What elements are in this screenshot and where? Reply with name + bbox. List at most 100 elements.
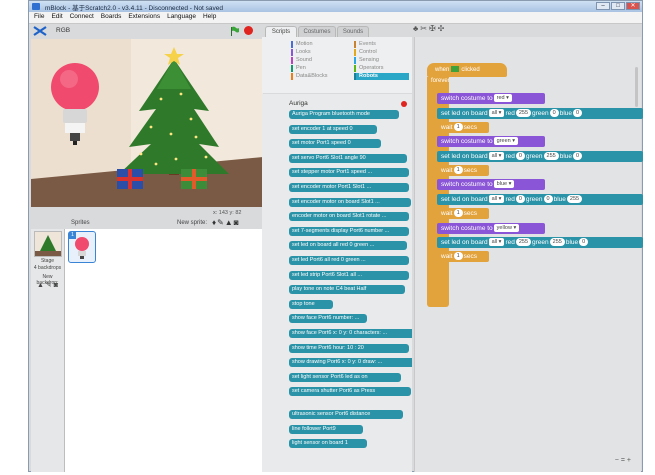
category-robots[interactable]: Robots — [354, 73, 409, 80]
category-data-blocks[interactable]: Data&Blocks — [291, 73, 328, 80]
tab-sounds[interactable]: Sounds — [337, 26, 369, 37]
color-value-field[interactable]: 255 — [549, 238, 565, 247]
block-label: switch costume to — [441, 95, 493, 102]
color-label: green — [532, 239, 549, 246]
switch-costume-block[interactable]: switch costume to green — [437, 136, 545, 147]
palette-block[interactable]: show drawing Port6 x: 0 y: 0 draw: ... — [289, 358, 412, 368]
paint-sprite-icon[interactable]: ✎ — [217, 218, 225, 227]
set-led-block[interactable]: set led on boardallred0green0blue255 — [437, 194, 643, 205]
palette-block[interactable]: encoder motor on board Slot1 rotate ... — [289, 212, 409, 222]
color-value-field[interactable]: 0 — [573, 109, 583, 118]
led-index-dropdown[interactable]: all — [488, 195, 505, 204]
palette-block[interactable]: set encoder motor Port1 Slot1 ... — [289, 183, 409, 192]
palette-block[interactable]: line follower Port9 — [289, 424, 363, 434]
category-pen[interactable]: Pen — [291, 65, 306, 72]
set-led-block[interactable]: set led on boardallred255green255blue0 — [437, 237, 643, 248]
secs-label: secs — [463, 167, 477, 174]
stage-column: Stage 4 backdrops New backdrop: ▲ ✎ ◙ — [31, 229, 65, 472]
upload-sprite-icon[interactable]: ▲ — [225, 218, 234, 227]
led-index-dropdown[interactable]: all — [488, 238, 505, 247]
new-sprite-label: New sprite: — [177, 220, 208, 226]
palette-block[interactable]: set stepper motor Port1 speed ... — [289, 168, 409, 178]
palette-block[interactable]: set encoder motor on board Slot1 ... — [289, 197, 411, 207]
color-value-field[interactable]: 255 — [566, 195, 583, 204]
sprite-edit-tools: ♣✂✠✣ — [413, 24, 473, 36]
wait-seconds-field[interactable]: 1 — [453, 123, 463, 132]
sprite-thumbnail-rgb[interactable]: 1 — [68, 231, 96, 263]
green-flag-icon[interactable] — [230, 26, 240, 36]
new-backdrop-tools[interactable]: ▲ ✎ ◙ — [31, 281, 64, 289]
color-value-field[interactable]: 0 — [573, 152, 583, 161]
scripts-area[interactable]: when clicked forever switch costume to red… — [414, 37, 643, 472]
category-motion[interactable]: Motion — [291, 41, 313, 48]
palette-block[interactable]: set servo Port6 Slot1 angle 90 — [289, 153, 407, 163]
tab-costumes[interactable]: Costumes — [298, 26, 336, 37]
color-value-field[interactable]: 255 — [515, 109, 532, 118]
color-label: green — [525, 196, 543, 203]
when-flag-clicked-block[interactable]: when clicked — [427, 63, 507, 77]
palette-block[interactable]: set led on board all red 0 green ... — [289, 241, 407, 251]
category-sensing[interactable]: Sensing — [354, 57, 379, 64]
palette-block[interactable]: stop tone — [289, 299, 333, 309]
wait-block[interactable]: wait 1 secs — [437, 251, 489, 262]
palette-block[interactable]: show face Port6 number: ... — [289, 314, 367, 324]
color-value-field[interactable]: 0 — [515, 195, 525, 204]
switch-costume-block[interactable]: switch costume to blue — [437, 179, 545, 190]
palette-block[interactable]: ultrasonic sensor Port6 distance — [289, 410, 403, 419]
color-label: blue — [559, 110, 573, 117]
wait-block[interactable]: wait 1 secs — [437, 122, 489, 133]
costume-dropdown[interactable]: red — [493, 94, 512, 103]
color-value-field[interactable]: 0 — [515, 152, 525, 161]
category-looks[interactable]: Looks — [291, 49, 311, 56]
palette-block[interactable]: Auriga Program bluetooth mode — [289, 110, 399, 119]
color-value-field[interactable]: 0 — [543, 195, 553, 204]
category-events[interactable]: Events — [354, 41, 376, 48]
wait-block[interactable]: wait 1 secs — [437, 208, 489, 219]
palette-block[interactable]: set led strip Port6 Slot1 all ... — [289, 270, 409, 280]
costume-dropdown[interactable]: blue — [493, 180, 515, 189]
wait-seconds-field[interactable]: 1 — [453, 252, 463, 261]
category-sound[interactable]: Sound — [291, 57, 312, 64]
delete-icon[interactable]: ✂ — [420, 24, 429, 33]
grow-icon[interactable]: ✠ — [429, 24, 438, 33]
palette-block[interactable]: set led Port6 all red 0 green ... — [289, 256, 409, 265]
category-control[interactable]: Control — [354, 49, 377, 56]
stage-canvas[interactable] — [31, 39, 263, 207]
color-value-field[interactable]: 0 — [549, 109, 559, 118]
set-led-block[interactable]: set led on boardallred255green0blue0 — [437, 108, 643, 119]
block-categories: Motion Looks Sound Pen Data&Blocks Event… — [262, 37, 412, 93]
palette-block[interactable]: set 7-segments display Port6 number ... — [289, 226, 409, 236]
palette-block[interactable]: set motor Port1 speed 0 — [289, 139, 381, 149]
palette-block[interactable]: set encoder 1 at speed 0 — [289, 124, 377, 134]
palette-block[interactable]: set camera shutter Port6 as Press — [289, 387, 411, 397]
wait-seconds-field[interactable]: 1 — [453, 209, 463, 218]
block-label: wait — [441, 167, 453, 174]
palette-block[interactable]: light sensor on board 1 — [289, 439, 367, 449]
stop-button[interactable] — [244, 26, 253, 35]
shrink-icon[interactable]: ✣ — [438, 24, 447, 33]
switch-costume-block[interactable]: switch costume to red — [437, 93, 545, 104]
costume-dropdown[interactable]: green — [493, 137, 519, 146]
switch-costume-block[interactable]: switch costume to yellow — [437, 223, 545, 234]
stage-thumbnail[interactable] — [34, 231, 62, 257]
wait-seconds-field[interactable]: 1 — [453, 166, 463, 175]
palette-block[interactable]: show face Port6 x: 0 y: 0 characters: ..… — [289, 329, 412, 338]
zoom-in-button[interactable]: + — [627, 457, 633, 464]
led-index-dropdown[interactable]: all — [488, 109, 505, 118]
palette-block[interactable]: show time Port6 hour: 10 : 20 — [289, 343, 409, 353]
color-value-field[interactable]: 255 — [543, 152, 559, 161]
costume-dropdown[interactable]: yellow — [493, 224, 520, 233]
color-value-field[interactable]: 0 — [579, 238, 589, 247]
set-led-block[interactable]: set led on boardallred0green255blue0 — [437, 151, 643, 162]
color-label: red — [505, 239, 515, 246]
palette-block[interactable]: set light sensor Port6 led as on — [289, 372, 401, 382]
vertical-scrollbar[interactable] — [635, 67, 638, 107]
wait-block[interactable]: wait 1 secs — [437, 165, 489, 176]
secs-label: secs — [463, 210, 477, 217]
category-operators[interactable]: Operators — [354, 65, 383, 72]
camera-icon[interactable]: ◙ — [234, 218, 240, 227]
led-index-dropdown[interactable]: all — [488, 152, 505, 161]
tab-scripts[interactable]: Scripts — [265, 26, 297, 37]
color-value-field[interactable]: 255 — [515, 238, 532, 247]
palette-block[interactable]: play tone on note C4 beat Half — [289, 285, 405, 295]
